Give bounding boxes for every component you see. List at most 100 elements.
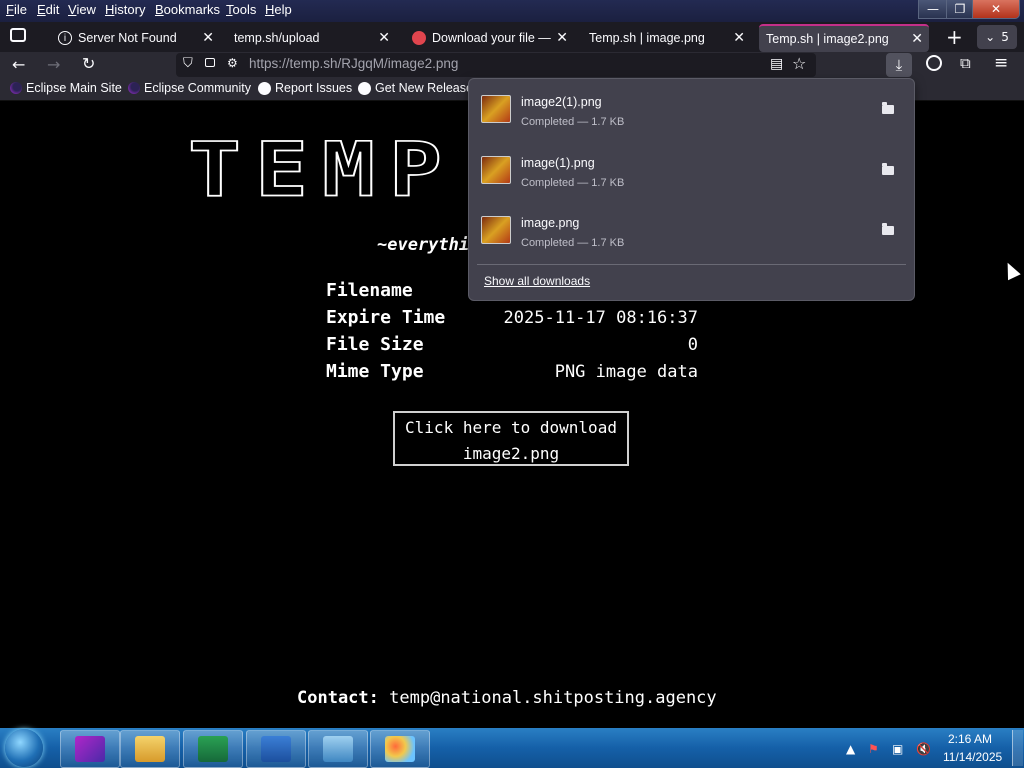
menu-bookmarks[interactable]: Bookmarks — [155, 2, 220, 17]
mime-type-label: Mime Type — [326, 361, 424, 382]
tab-label: temp.sh/upload — [234, 31, 320, 45]
back-icon[interactable]: ← — [12, 55, 25, 74]
taskbar-photo-viewer[interactable] — [308, 730, 368, 768]
forward-icon[interactable]: → — [47, 55, 60, 74]
taskbar-explorer[interactable] — [120, 730, 180, 768]
word-icon — [261, 736, 291, 762]
tab-strip: i Server Not Found ✕ temp.sh/upload ✕ Do… — [0, 22, 1024, 52]
reload-icon[interactable]: ↻ — [82, 54, 95, 73]
action-center-icon[interactable]: ⚑ — [868, 742, 879, 756]
account-icon[interactable] — [926, 55, 942, 71]
clock-time[interactable]: 2:16 AM — [948, 732, 992, 746]
firefox-developer-icon — [75, 736, 105, 762]
minimize-button[interactable]: — — [918, 0, 948, 19]
download-file-button[interactable]: Click here to download image2.png — [393, 411, 629, 466]
panel-divider — [477, 264, 906, 265]
bookmark-label: Get New Releases — [375, 81, 480, 95]
volume-muted-icon[interactable]: 🔇 — [916, 742, 931, 756]
new-tab-icon[interactable]: + — [946, 25, 963, 49]
tab-image2-png[interactable]: Temp.sh | image2.png ✕ — [759, 24, 929, 52]
menu-bar: File Edit View History Bookmarks Tools H… — [0, 0, 1024, 22]
show-all-downloads-link[interactable]: Show all downloads — [484, 274, 590, 288]
download-filename: image.png — [521, 216, 580, 230]
bookmark-label: Eclipse Main Site — [26, 81, 122, 95]
photo-viewer-icon — [323, 736, 353, 762]
clock-date[interactable]: 11/14/2025 — [943, 750, 1002, 764]
lock-icon[interactable] — [205, 58, 215, 67]
firefox-view-icon[interactable] — [10, 28, 26, 42]
tab-server-not-found[interactable]: i Server Not Found ✕ — [50, 25, 220, 51]
network-icon[interactable]: ▣ — [892, 742, 903, 756]
github-icon — [358, 81, 371, 95]
download-item[interactable]: image2(1).png Completed — 1.7 KB — [469, 79, 914, 137]
close-tab-icon[interactable]: ✕ — [733, 29, 745, 46]
extensions-icon[interactable]: ⧉ — [960, 54, 971, 72]
mime-type-value: PNG image data — [554, 362, 698, 382]
menu-history[interactable]: History — [105, 2, 145, 17]
info-icon: i — [58, 31, 72, 45]
show-hidden-icons[interactable]: ▲ — [846, 742, 855, 756]
tab-temp-upload[interactable]: temp.sh/upload ✕ — [226, 25, 396, 51]
menu-view[interactable]: View — [68, 2, 96, 17]
taskbar-firefox-dev[interactable] — [60, 730, 120, 768]
contact-email-link[interactable]: temp@national.shitposting.agency — [389, 688, 717, 708]
taskbar-excel[interactable] — [183, 730, 243, 768]
downloads-icon[interactable]: ⤓ — [886, 53, 912, 77]
list-all-tabs-button[interactable]: ⌄ 5 — [977, 25, 1017, 49]
chevron-down-icon: ⌄ — [985, 30, 996, 44]
folder-icon[interactable] — [882, 223, 894, 235]
tab-image-png[interactable]: Temp.sh | image.png ✕ — [581, 25, 751, 51]
maximize-button[interactable]: ❐ — [946, 0, 974, 19]
contact-label: Contact: — [297, 688, 379, 708]
reader-view-icon[interactable]: ▤ — [770, 56, 783, 72]
bookmark-eclipse-main-site[interactable]: Eclipse Main Site — [10, 81, 122, 95]
bookmark-eclipse-community[interactable]: Eclipse Community — [128, 81, 251, 95]
filename-label: Filename — [326, 280, 413, 301]
bookmark-label: Eclipse Community — [144, 81, 251, 95]
tab-label: Temp.sh | image2.png — [766, 32, 889, 46]
url-text[interactable]: https://temp.sh/RJgqM/image2.png — [249, 56, 458, 71]
close-window-button[interactable]: ✕ — [972, 0, 1020, 19]
paint-icon — [385, 736, 415, 762]
start-button[interactable] — [5, 729, 43, 767]
permissions-icon[interactable]: ⚙ — [227, 56, 238, 70]
mouse-cursor-icon — [1001, 259, 1021, 281]
hamburger-menu-icon[interactable]: ≡ — [994, 53, 1008, 73]
download-button-line2: image2.png — [462, 444, 560, 463]
download-status: Completed — 1.7 KB — [521, 116, 625, 128]
close-tab-icon[interactable]: ✕ — [911, 30, 923, 47]
close-tab-icon[interactable]: ✕ — [556, 29, 568, 46]
menu-tools[interactable]: Tools — [226, 2, 256, 17]
folder-icon[interactable] — [882, 163, 894, 175]
folder-icon — [135, 736, 165, 762]
bookmark-report-issues[interactable]: Report Issues — [258, 81, 352, 95]
image-file-icon — [481, 95, 511, 123]
taskbar-word[interactable] — [246, 730, 306, 768]
tab-label: Server Not Found — [78, 31, 177, 45]
expire-time-value: 2025-11-17 08:16:37 — [503, 308, 698, 328]
download-item[interactable]: image.png Completed — 1.7 KB — [469, 200, 914, 258]
bookmark-star-icon[interactable]: ☆ — [792, 54, 806, 73]
download-item[interactable]: image(1).png Completed — 1.7 KB — [469, 140, 914, 198]
image-file-icon — [481, 156, 511, 184]
close-tab-icon[interactable]: ✕ — [202, 29, 214, 46]
taskbar-paint[interactable] — [370, 730, 430, 768]
tracking-shield-icon[interactable]: ⛉ — [183, 56, 193, 71]
eclipse-icon — [10, 82, 22, 94]
site-logo: TEMP — [187, 125, 456, 214]
bookmark-label: Report Issues — [275, 81, 353, 95]
download-button-line1: Click here to download — [405, 418, 617, 437]
show-desktop-button[interactable] — [1012, 730, 1023, 766]
menu-help[interactable]: Help — [265, 2, 292, 17]
downloads-panel: image2(1).png Completed — 1.7 KB image(1… — [468, 78, 915, 301]
eclipse-icon — [128, 82, 140, 94]
menu-file[interactable]: File — [6, 2, 27, 17]
contact-line: Contact: temp@national.shitposting.agenc… — [297, 688, 717, 708]
tab-download-your-file[interactable]: Download your file — t ✕ — [404, 25, 574, 51]
close-tab-icon[interactable]: ✕ — [378, 29, 390, 46]
bookmark-get-new-releases[interactable]: Get New Releases — [358, 81, 479, 95]
download-filename: image2(1).png — [521, 95, 602, 109]
download-status: Completed — 1.7 KB — [521, 237, 625, 249]
folder-icon[interactable] — [882, 102, 894, 114]
menu-edit[interactable]: Edit — [37, 2, 59, 17]
